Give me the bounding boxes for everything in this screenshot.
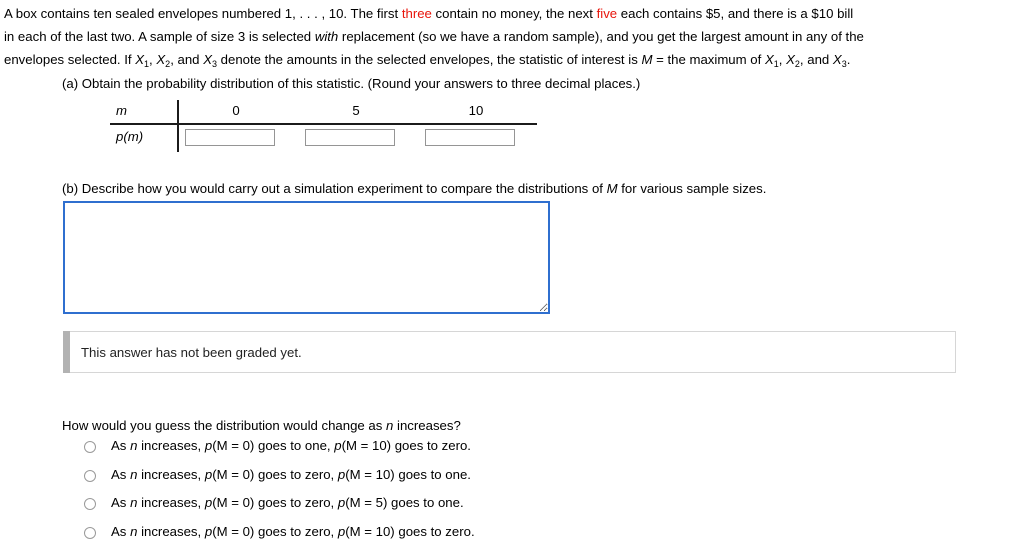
mc-o2-p1rest: (M = 0) goes to zero, — [212, 466, 338, 482]
table-horizontal-rule — [110, 123, 537, 125]
variable-x3-repeat: X — [832, 52, 842, 67]
multiple-choice-question: How would you guess the distribution wou… — [62, 418, 461, 433]
mc-o3-p2rest: (M = 5) goes to one. — [345, 495, 464, 510]
multiple-choice-options: As n increases, p(M = 0) goes to one, p(… — [84, 438, 684, 552]
part-b-label-b: for various sample sizes. — [617, 181, 767, 196]
simulation-answer-textarea[interactable] — [63, 201, 550, 314]
mc-question-part-b: increases? — [393, 418, 461, 433]
mc-question-part-a: How would you guess the distribution wou… — [62, 418, 387, 433]
graded-notice-accent-bar — [63, 331, 70, 373]
table-row-label-pm: p(m) — [116, 129, 144, 144]
problem-line-3: envelopes selected. If X1, X2, and X3 de… — [4, 48, 1018, 73]
probability-distribution-table: m p(m) 0 5 10 — [110, 100, 540, 152]
mc-o1-a: As — [111, 438, 131, 453]
problem-highlight-three: three — [401, 6, 432, 21]
mc-o1-p1rest: (M = 0) goes to one, — [212, 438, 335, 453]
part-a-label: (a) Obtain the probability distribution … — [62, 76, 641, 91]
mc-option-3-label: As n increases, p(M = 0) goes to zero, p… — [111, 495, 464, 510]
problem-statement: A box contains ten sealed envelopes numb… — [4, 2, 1018, 73]
variable-x3-repeat-subscript: 3 — [841, 59, 847, 69]
probability-input-10[interactable] — [425, 129, 515, 146]
problem-line2-part-b: replacement (so we have a random sample)… — [338, 29, 864, 44]
mc-option-1[interactable]: As n increases, p(M = 0) goes to one, p(… — [84, 438, 684, 467]
sep-3: , — [778, 52, 787, 67]
mc-o1-p2: p — [334, 438, 342, 453]
sep-2: , and — [170, 52, 204, 67]
mc-o2-b: increases, — [137, 466, 205, 482]
problem-line-1: A box contains ten sealed envelopes numb… — [4, 2, 1018, 25]
variable-m: M — [641, 52, 653, 67]
mc-o3-b: increases, — [137, 495, 205, 510]
mc-o4-b: increases, — [137, 523, 205, 539]
variable-x2-subscript: 2 — [165, 59, 171, 69]
table-row-label-m: m — [116, 103, 127, 118]
variable-x1-repeat: X — [764, 52, 774, 67]
problem-line-2: in each of the last two. A sample of siz… — [4, 25, 1018, 48]
probability-input-5[interactable] — [305, 129, 395, 146]
part-b-label: (b) Describe how you would carry out a s… — [62, 181, 766, 196]
problem-line2-part-a: in each of the last two. A sample of siz… — [4, 29, 315, 44]
mc-o1-b: increases, — [137, 438, 205, 453]
problem-line1-part-b: contain no money, the next — [431, 6, 597, 21]
variable-x2-repeat-subscript: 2 — [794, 59, 800, 69]
probability-input-0[interactable] — [185, 129, 275, 146]
radio-icon-option-2[interactable] — [84, 469, 96, 482]
mc-option-2[interactable]: As n increases, p(M = 0) goes to zero, p… — [84, 467, 684, 496]
problem-line3-part-c: = the maximum of — [652, 52, 765, 67]
radio-icon-option-4[interactable] — [84, 526, 96, 539]
part-b-variable-m: M — [606, 181, 618, 196]
mc-option-4-label: As n increases, p(M = 0) goes to zero, p… — [111, 524, 475, 539]
mc-option-2-label: As n increases, p(M = 0) goes to zero, p… — [111, 467, 471, 482]
mc-o2-p2rest: (M = 10) goes to one. — [345, 466, 471, 482]
mc-o1-p2rest: (M = 10) goes to zero. — [341, 438, 471, 453]
radio-icon-option-1[interactable] — [84, 441, 96, 453]
variable-x2: X — [156, 52, 166, 67]
problem-line3-part-b: denote the amounts in the selected envel… — [217, 52, 642, 67]
mc-o4-a: As — [111, 523, 131, 539]
mc-o2-a: As — [111, 466, 131, 482]
mc-option-1-label: As n increases, p(M = 0) goes to one, p(… — [111, 438, 471, 453]
variable-x1-repeat-subscript: 1 — [773, 59, 779, 69]
problem-line1-part-c: each contains $5, and there is a $10 bil… — [617, 6, 854, 21]
mc-option-4[interactable]: As n increases, p(M = 0) goes to zero, p… — [84, 524, 684, 552]
mc-option-3[interactable]: As n increases, p(M = 0) goes to zero, p… — [84, 495, 684, 524]
mc-o3-p1rest: (M = 0) goes to zero, — [212, 495, 338, 510]
problem-line3-period: . — [846, 52, 851, 67]
variable-x2-repeat: X — [786, 52, 795, 67]
mc-o4-p2rest: (M = 10) goes to zero. — [345, 523, 475, 539]
problem-emphasis-with: with — [314, 29, 339, 44]
problem-line3-part-a: envelopes selected. If — [4, 52, 136, 67]
problem-line1-part-a: A box contains ten sealed envelopes numb… — [4, 6, 402, 21]
variable-x3: X — [203, 52, 212, 67]
variable-x3-subscript: 3 — [211, 59, 217, 69]
radio-icon-option-3[interactable] — [84, 498, 96, 510]
part-b-label-a: (b) Describe how you would carry out a s… — [62, 181, 607, 196]
problem-highlight-five: five — [596, 6, 618, 21]
table-header-0: 0 — [232, 103, 240, 118]
graded-notice-text: This answer has not been graded yet. — [81, 345, 302, 360]
mc-o3-a: As — [111, 495, 131, 510]
table-header-10: 10 — [468, 103, 484, 118]
mc-o4-p1rest: (M = 0) goes to zero, — [212, 523, 338, 539]
variable-x1: X — [135, 52, 145, 67]
table-header-5: 5 — [352, 103, 360, 118]
variable-x1-subscript: 1 — [144, 59, 150, 69]
sep-4: , and — [799, 52, 833, 67]
